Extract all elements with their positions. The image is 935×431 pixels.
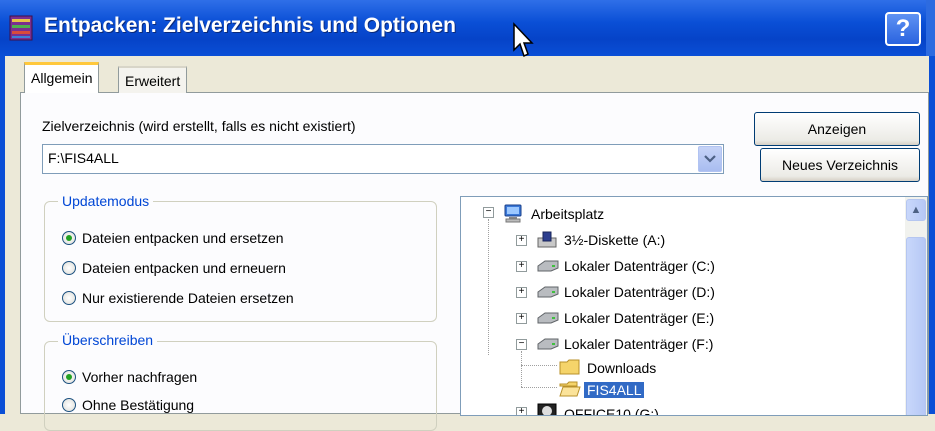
- tree-item-drive-f[interactable]: Lokaler Datenträger (F:): [564, 333, 713, 355]
- radio-existing-only[interactable]: Nur existierende Dateien ersetzen: [62, 290, 294, 312]
- radio-button-checked[interactable]: [62, 370, 76, 384]
- window-title: Entpacken: Zielverzeichnis und Optionen: [44, 14, 456, 37]
- folder-icon: [559, 359, 580, 375]
- cd-drive-icon: [537, 403, 557, 415]
- tree-item-downloads[interactable]: Downloads: [587, 357, 656, 379]
- radio-ask-before[interactable]: Vorher nachfragen: [62, 369, 197, 391]
- tree-line: [521, 365, 557, 366]
- tab-general[interactable]: Allgemein: [24, 62, 100, 93]
- overwrite-legend: Überschreiben: [58, 332, 158, 348]
- radio-label[interactable]: Vorher nachfragen: [82, 369, 197, 385]
- tree-line: [521, 387, 557, 388]
- tree-item-drive-c[interactable]: Lokaler Datenträger (C:): [564, 255, 715, 277]
- update-mode-legend: Updatemodus: [58, 193, 154, 209]
- radio-label[interactable]: Ohne Bestätigung: [82, 397, 194, 413]
- scroll-up-button[interactable]: ▲: [906, 199, 926, 221]
- tree-line: [521, 351, 522, 387]
- expand-toggle[interactable]: +: [516, 287, 527, 298]
- hard-drive-icon: [537, 312, 559, 324]
- scroll-thumb[interactable]: [906, 237, 926, 415]
- collapse-toggle[interactable]: −: [516, 339, 527, 350]
- radio-extract-replace[interactable]: Dateien entpacken und ersetzen: [62, 230, 284, 252]
- vertical-scrollbar[interactable]: ▲: [905, 197, 927, 415]
- tree-line: [488, 219, 489, 355]
- open-folder-icon: [559, 381, 581, 397]
- show-button[interactable]: Anzeigen: [754, 112, 920, 146]
- window-border-right: [929, 56, 935, 414]
- tree-item-my-computer[interactable]: Arbeitsplatz: [531, 203, 604, 225]
- dropdown-button[interactable]: [698, 146, 722, 172]
- expand-toggle[interactable]: +: [516, 407, 527, 415]
- close-button-edge[interactable]: [926, 0, 935, 56]
- help-button[interactable]: ?: [885, 12, 921, 46]
- tree-item-drive-e[interactable]: Lokaler Datenträger (E:): [564, 307, 714, 329]
- mouse-cursor-icon: [513, 22, 534, 58]
- computer-icon: [504, 204, 522, 223]
- winrar-app-icon[interactable]: [8, 14, 34, 42]
- tree-item-drive-d[interactable]: Lokaler Datenträger (D:): [564, 281, 715, 303]
- folder-tree[interactable]: ▲ − Arbeitsplatz + 3½-Diskette (A:) + Lo…: [460, 196, 928, 416]
- collapse-toggle[interactable]: −: [483, 207, 494, 218]
- destination-label: Zielverzeichnis (wird erstellt, falls es…: [42, 118, 356, 134]
- radio-label[interactable]: Dateien entpacken und erneuern: [82, 260, 286, 276]
- radio-label[interactable]: Nur existierende Dateien ersetzen: [82, 290, 294, 306]
- radio-button[interactable]: [62, 261, 76, 275]
- new-directory-button[interactable]: Neues Verzeichnis: [760, 148, 920, 182]
- radio-extract-update[interactable]: Dateien entpacken und erneuern: [62, 260, 286, 282]
- window-border-left: [0, 56, 5, 414]
- chevron-down-icon: [704, 155, 716, 163]
- expand-toggle[interactable]: +: [516, 235, 527, 246]
- hard-drive-icon: [537, 260, 559, 272]
- expand-toggle[interactable]: +: [516, 261, 527, 272]
- tree-item-cd-drive[interactable]: OFFICE10 (G:): [564, 403, 659, 415]
- tab-advanced[interactable]: Erweitert: [118, 66, 188, 93]
- destination-combobox[interactable]: F:\FIS4ALL: [42, 144, 724, 174]
- tree-item-floppy[interactable]: 3½-Diskette (A:): [564, 229, 665, 251]
- expand-toggle[interactable]: +: [516, 313, 527, 324]
- selected-label[interactable]: FIS4ALL: [584, 382, 645, 398]
- floppy-drive-icon: [537, 231, 557, 248]
- hard-drive-icon: [537, 286, 559, 298]
- radio-button[interactable]: [62, 291, 76, 305]
- tree-item-fis4all[interactable]: FIS4ALL: [584, 379, 645, 401]
- hard-drive-icon: [537, 338, 559, 350]
- radio-button[interactable]: [62, 398, 76, 412]
- radio-label[interactable]: Dateien entpacken und ersetzen: [82, 230, 284, 246]
- radio-button-checked[interactable]: [62, 231, 76, 245]
- destination-value[interactable]: F:\FIS4ALL: [48, 150, 119, 166]
- radio-without-confirmation[interactable]: Ohne Bestätigung: [62, 397, 194, 419]
